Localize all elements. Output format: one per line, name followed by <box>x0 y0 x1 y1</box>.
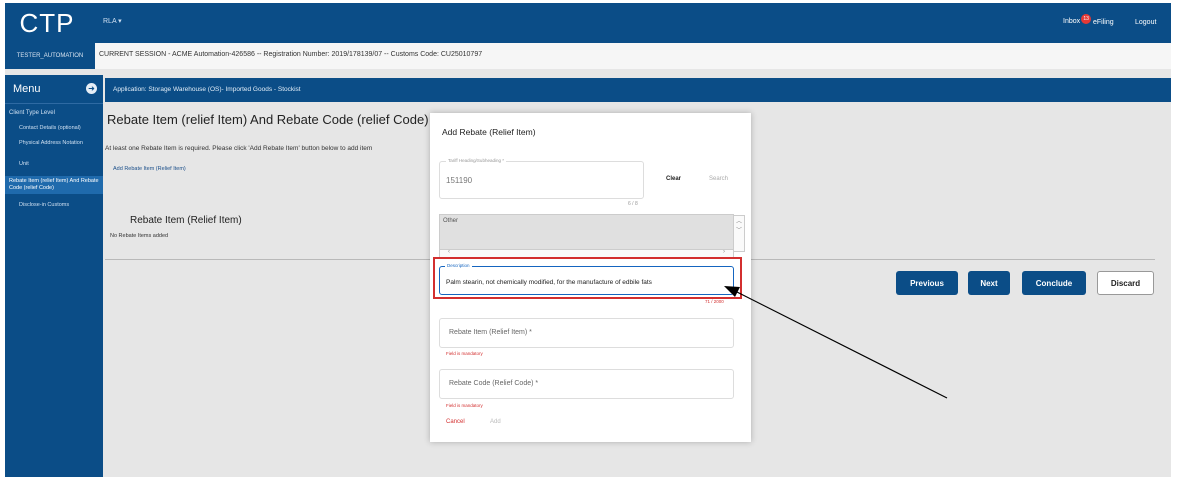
annotation-arrow-icon <box>724 286 948 399</box>
annotation-arrowhead <box>724 286 740 297</box>
annotation-arrow-line <box>734 290 948 399</box>
